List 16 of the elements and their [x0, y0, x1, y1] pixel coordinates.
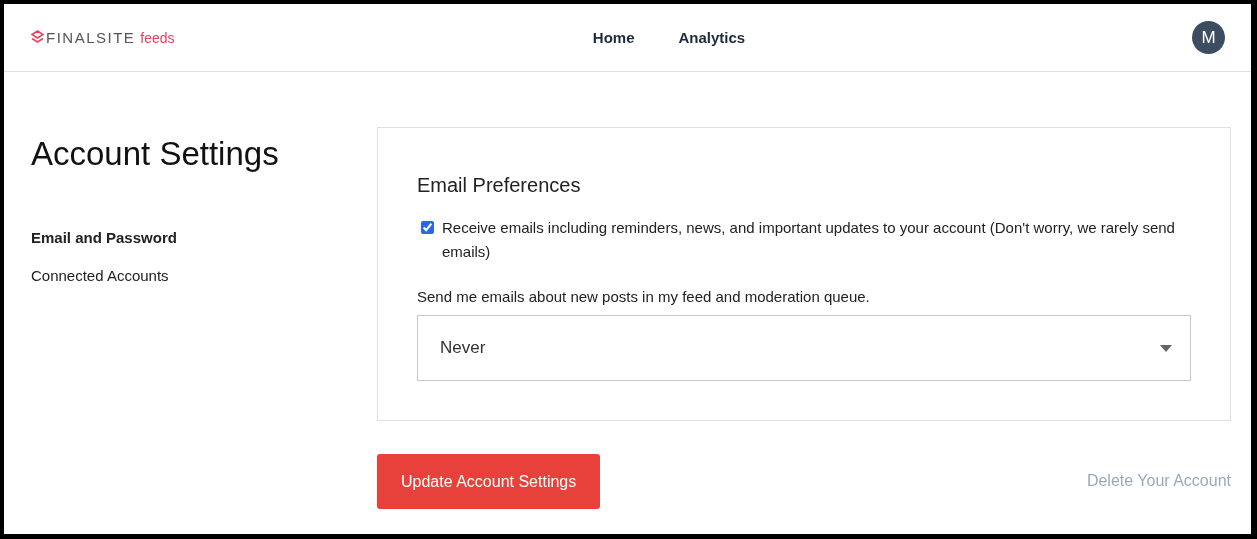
update-button[interactable]: Update Account Settings: [377, 454, 601, 509]
section-title: Email Preferences: [417, 174, 582, 197]
checkbox[interactable]: [421, 221, 434, 234]
caret-icon: [1160, 344, 1172, 352]
logo-icon: [31, 30, 44, 45]
select-field[interactable]: Never: [417, 315, 1191, 381]
brand-name: FINALSITE: [46, 29, 136, 46]
nav-link[interactable]: Home: [592, 25, 635, 50]
avatar[interactable]: M: [1192, 21, 1225, 54]
brand-suffix: feeds: [140, 29, 175, 46]
checkbox-label: Receive emails including reminders, news, and important updates to your account (Don't worry, we rarely send emails): [442, 218, 1176, 262]
sidebar-item[interactable]: Email and Password: [31, 229, 377, 246]
page-title: Account Settings: [31, 135, 280, 173]
sidebar-item[interactable]: Connected Accounts: [31, 267, 377, 284]
nav-link[interactable]: Analytics: [678, 25, 746, 50]
field-label: Send me emails about new posts in my feed and moderation queue.: [417, 288, 871, 305]
